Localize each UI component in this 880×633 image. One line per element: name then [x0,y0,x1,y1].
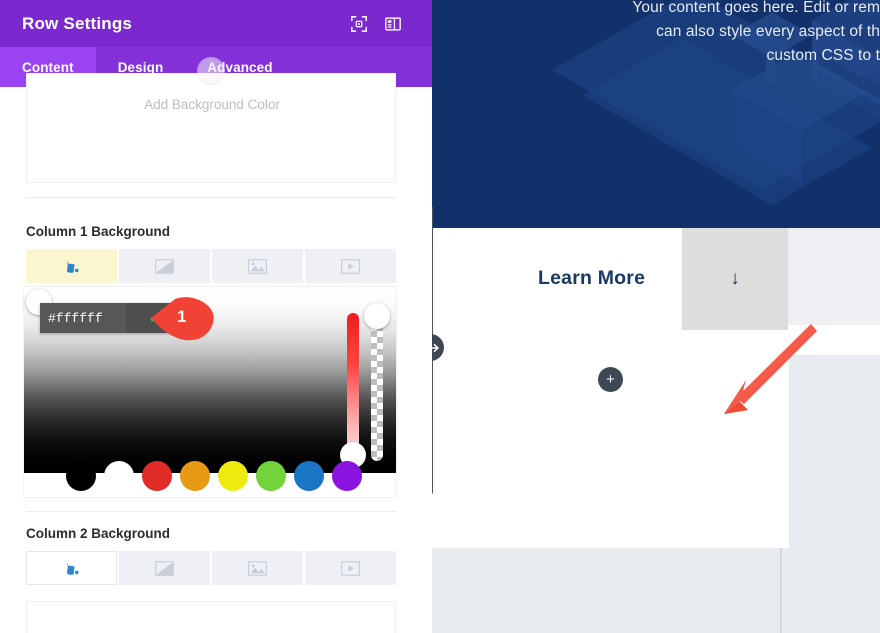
video-icon [341,258,360,274]
hero-line-1: Your content goes here. Edit or rem [632,0,880,16]
column-divider [780,548,782,633]
bucket-icon [67,260,79,273]
learn-more-label[interactable]: Learn More [538,267,645,290]
alpha-slider-track[interactable] [371,313,383,461]
column-2-toggle-image[interactable] [212,551,303,585]
video-icon [341,560,360,576]
marker-number: 1 [177,307,187,326]
swatch-yellow[interactable] [218,461,248,491]
image-icon [248,560,267,576]
panel-body: Add Background Color Column 1 Background [0,57,432,633]
column-1-background-type-toggles [26,249,396,283]
row-settings-panel: Row Settings Content Design Advanced Add… [0,0,432,633]
add-circle-icon [197,57,225,85]
column-2-background-type-toggles [26,551,396,585]
bottom-light-band [432,548,880,633]
background-preview-box[interactable]: Add Background Color [26,57,396,183]
hero-section: Your content goes here. Edit or rem can … [432,0,880,228]
column-1-toggle-video[interactable] [305,249,396,283]
divider-1 [26,197,396,198]
column-2-toggle-gradient[interactable] [119,551,210,585]
column-2-toggle-video[interactable] [305,551,396,585]
image-icon [248,258,267,274]
swatch-white[interactable] [104,461,134,491]
annotation-arrow [724,324,817,414]
column-1-toggle-image[interactable] [212,249,303,283]
add-background-color-label: Add Background Color [144,97,280,112]
hero-paragraph: Your content goes here. Edit or rem can … [432,0,880,68]
column-1-toggle-gradient[interactable] [119,249,210,283]
scroll-down-box[interactable]: ↓ [682,228,788,330]
hero-line-2: can also style every aspect of th [656,23,880,40]
swatch-black[interactable] [66,461,96,491]
hex-input[interactable]: #ffffff [40,303,126,333]
swatch-orange[interactable] [180,461,210,491]
screen-root: Your content goes here. Edit or rem can … [0,0,880,633]
column-2-background-preview-box[interactable] [26,601,396,633]
section-label-column-1: Column 1 Background [26,224,171,239]
header-icon-group [350,15,416,33]
alpha-slider-handle[interactable] [364,303,390,329]
arrow-down-icon: ↓ [730,268,740,289]
column-2-toggle-color[interactable] [26,551,117,585]
page-title: Row Settings [22,13,133,33]
column-1-toggle-color[interactable] [26,249,117,283]
section-label-column-2: Column 2 Background [26,526,171,541]
annotation-marker-1: 1 [149,296,223,344]
focus-frame-icon[interactable] [350,15,368,33]
hero-line-3: custom CSS to t [766,47,880,64]
swatch-green[interactable] [256,461,286,491]
gradient-icon [155,258,174,274]
hue-slider-track[interactable] [347,313,359,461]
swatch-blue[interactable] [294,461,324,491]
add-module-button[interactable]: + [598,367,623,392]
swatch-red[interactable] [142,461,172,491]
divider-2 [26,511,396,512]
layout-columns-icon[interactable] [384,15,402,33]
swatch-purple[interactable] [332,461,362,491]
color-swatch-row [24,455,396,497]
bucket-icon [67,562,79,575]
panel-header: Row Settings [0,0,432,47]
gradient-icon [155,560,174,576]
